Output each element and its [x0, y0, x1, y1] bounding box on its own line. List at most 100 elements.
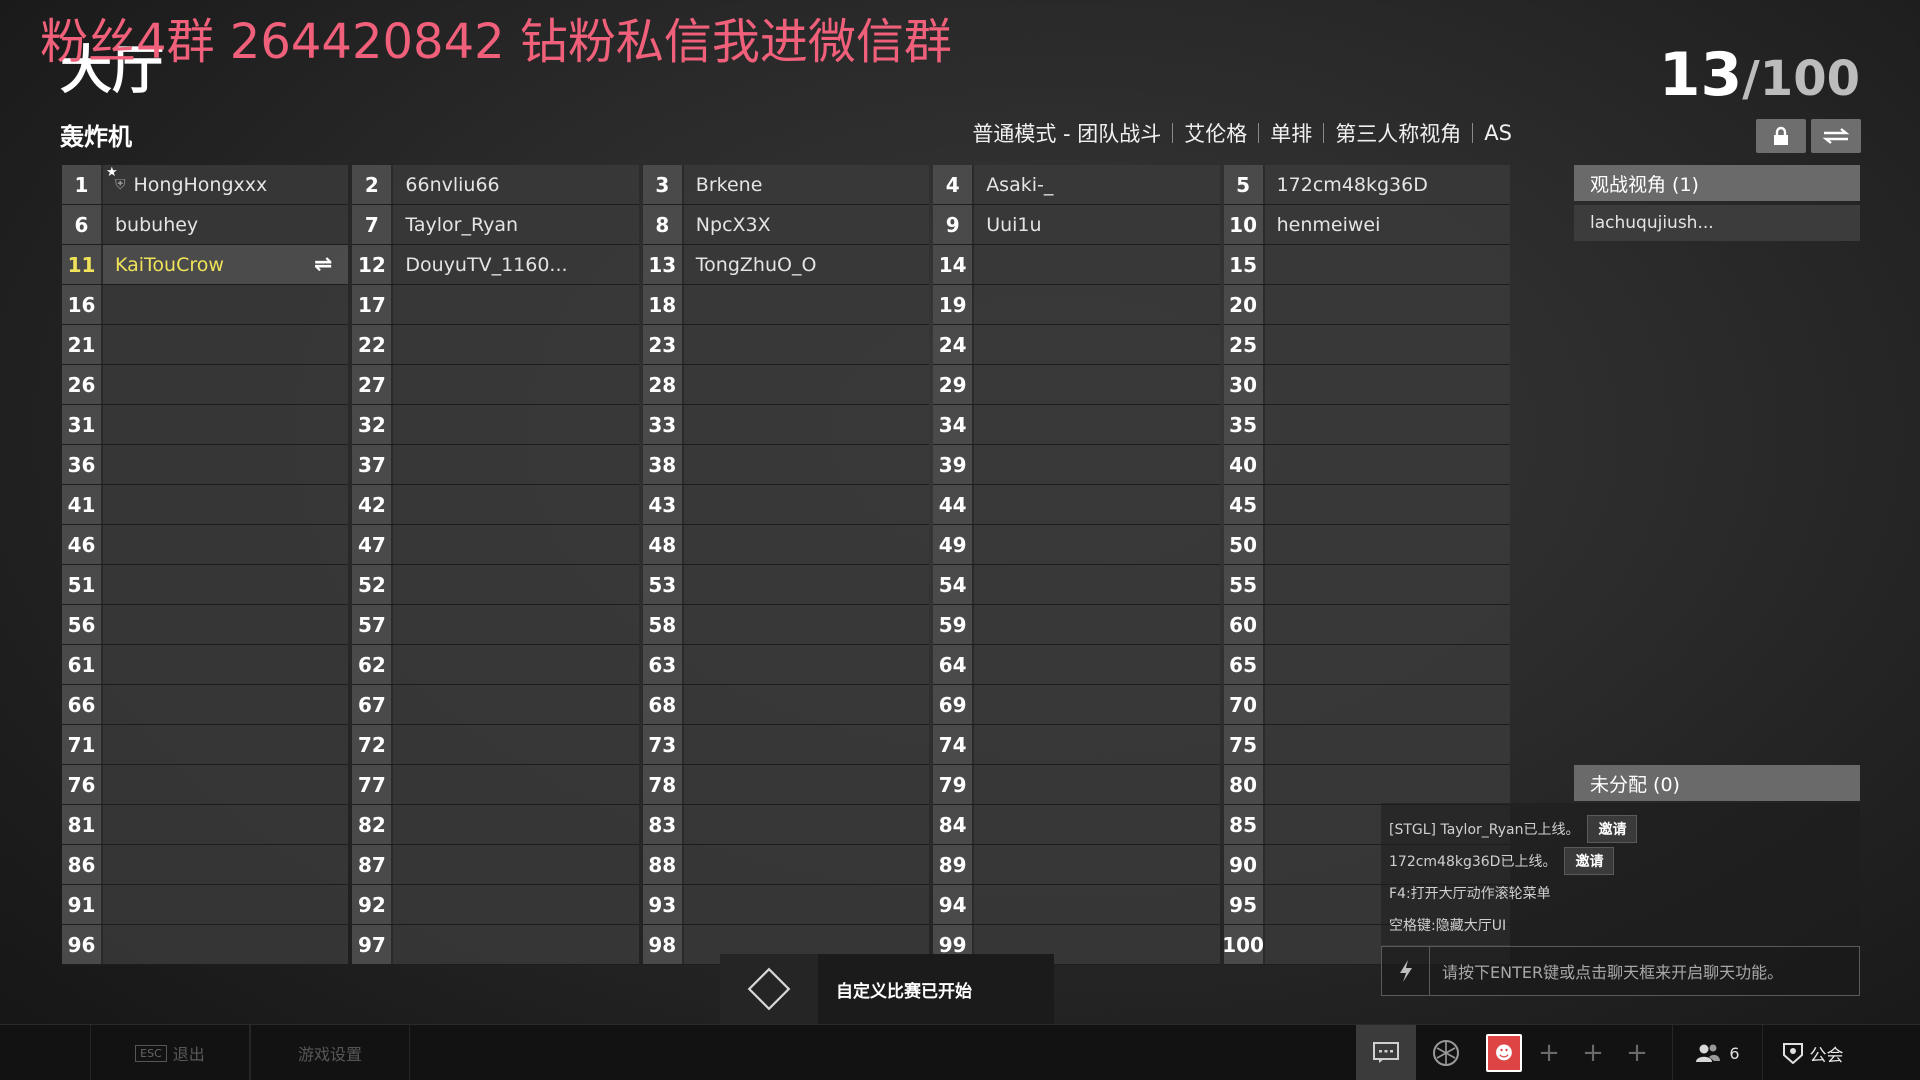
- invite-button[interactable]: 邀请: [1564, 847, 1615, 875]
- slot-player[interactable]: [103, 445, 349, 484]
- team-slot[interactable]: 39: [933, 445, 1220, 485]
- slot-player[interactable]: 172cm48kg36D: [1264, 165, 1510, 204]
- slot-player[interactable]: bubuhey: [103, 205, 349, 244]
- team-slot[interactable]: 80: [1223, 765, 1510, 805]
- slot-player[interactable]: [103, 285, 349, 324]
- team-slot[interactable]: 75: [1223, 725, 1510, 765]
- slot-player[interactable]: [683, 645, 930, 684]
- team-slot[interactable]: 5 172cm48kg36D: [1223, 165, 1510, 205]
- team-slot[interactable]: 31: [62, 405, 349, 445]
- team-slot[interactable]: 1 ★ ⛨ HongHongxxx: [62, 165, 349, 205]
- slot-player[interactable]: [683, 285, 930, 324]
- team-slot[interactable]: 37: [352, 445, 639, 485]
- player-avatar[interactable]: ☻: [1484, 1025, 1524, 1080]
- team-slot[interactable]: 74: [933, 725, 1220, 765]
- team-slot[interactable]: 30: [1223, 365, 1510, 405]
- team-slot[interactable]: 65: [1223, 645, 1510, 685]
- team-slot[interactable]: 47: [352, 525, 639, 565]
- slot-player[interactable]: [1264, 245, 1510, 284]
- slot-player[interactable]: NpcX3X: [683, 205, 930, 244]
- slot-player[interactable]: [393, 725, 639, 764]
- slot-player[interactable]: [974, 285, 1220, 324]
- slot-player[interactable]: [393, 805, 639, 844]
- team-slot[interactable]: 53: [642, 565, 930, 605]
- slot-player[interactable]: [1264, 445, 1510, 484]
- slot-player[interactable]: [974, 725, 1220, 764]
- team-slot[interactable]: 44: [933, 485, 1220, 525]
- slot-player[interactable]: [1264, 365, 1510, 404]
- team-slot[interactable]: 48: [642, 525, 930, 565]
- slot-player[interactable]: [393, 325, 639, 364]
- team-slot[interactable]: 35: [1223, 405, 1510, 445]
- team-slot[interactable]: 36: [62, 445, 349, 485]
- team-slot[interactable]: 87: [352, 845, 639, 885]
- slot-player[interactable]: [103, 885, 349, 924]
- slot-player[interactable]: [1264, 285, 1510, 324]
- team-slot[interactable]: 52: [352, 565, 639, 605]
- slot-player[interactable]: [683, 685, 930, 724]
- lightning-icon[interactable]: [1382, 947, 1430, 995]
- team-slot[interactable]: 79: [933, 765, 1220, 805]
- globe-icon[interactable]: [1416, 1025, 1476, 1080]
- team-slot[interactable]: 41: [62, 485, 349, 525]
- slot-player[interactable]: [974, 525, 1220, 564]
- slot-player[interactable]: [683, 525, 930, 564]
- add-party-member-button[interactable]: +: [1574, 1025, 1612, 1080]
- slot-player[interactable]: [1264, 565, 1510, 604]
- team-slot[interactable]: 76: [62, 765, 349, 805]
- team-slot[interactable]: 40: [1223, 445, 1510, 485]
- slot-player[interactable]: [974, 405, 1220, 444]
- team-slot[interactable]: 16: [62, 285, 349, 325]
- team-slot[interactable]: 70: [1223, 685, 1510, 725]
- slot-player[interactable]: [103, 645, 349, 684]
- add-party-member-button[interactable]: +: [1530, 1025, 1568, 1080]
- team-slot[interactable]: 91: [62, 885, 349, 925]
- team-slot[interactable]: 24: [933, 325, 1220, 365]
- slot-player[interactable]: [974, 805, 1220, 844]
- swap-icon[interactable]: ⇌: [314, 252, 332, 277]
- slot-player[interactable]: [393, 405, 639, 444]
- slot-player[interactable]: [683, 605, 930, 644]
- lock-button[interactable]: [1756, 119, 1806, 153]
- slot-player[interactable]: [1264, 685, 1510, 724]
- slot-player[interactable]: [1264, 485, 1510, 524]
- slot-player[interactable]: 66nvliu66: [393, 165, 639, 204]
- slot-player[interactable]: Brkene: [683, 165, 930, 204]
- team-slot[interactable]: 27: [352, 365, 639, 405]
- add-party-member-button[interactable]: +: [1618, 1025, 1656, 1080]
- team-slot[interactable]: 21: [62, 325, 349, 365]
- slot-player[interactable]: [974, 765, 1220, 804]
- slot-player[interactable]: [683, 725, 930, 764]
- slot-player[interactable]: [974, 445, 1220, 484]
- team-slot[interactable]: 19: [933, 285, 1220, 325]
- team-slot[interactable]: 77: [352, 765, 639, 805]
- slot-player[interactable]: henmeiwei: [1264, 205, 1510, 244]
- slot-player[interactable]: [103, 325, 349, 364]
- slot-player[interactable]: [1264, 405, 1510, 444]
- exit-button[interactable]: ESC 退出: [90, 1025, 250, 1080]
- team-slot[interactable]: 8 NpcX3X: [642, 205, 930, 245]
- slot-player[interactable]: [683, 325, 930, 364]
- slot-player[interactable]: [974, 365, 1220, 404]
- team-slot[interactable]: 62: [352, 645, 639, 685]
- slot-player[interactable]: [683, 405, 930, 444]
- team-slot[interactable]: 56: [62, 605, 349, 645]
- team-slot[interactable]: 54: [933, 565, 1220, 605]
- slot-player[interactable]: [103, 925, 349, 964]
- slot-player[interactable]: [1264, 525, 1510, 564]
- team-slot[interactable]: 69: [933, 685, 1220, 725]
- team-slot[interactable]: 26: [62, 365, 349, 405]
- slot-player[interactable]: [974, 485, 1220, 524]
- slot-player[interactable]: DouyuTV_1160...: [393, 245, 639, 284]
- team-slot[interactable]: 66: [62, 685, 349, 725]
- slot-player[interactable]: Taylor_Ryan: [393, 205, 639, 244]
- slot-player[interactable]: [393, 525, 639, 564]
- slot-player[interactable]: [103, 525, 349, 564]
- team-slot[interactable]: 78: [642, 765, 930, 805]
- team-slot[interactable]: 94: [933, 885, 1220, 925]
- team-slot[interactable]: 45: [1223, 485, 1510, 525]
- team-slot[interactable]: 58: [642, 605, 930, 645]
- slot-player[interactable]: [683, 765, 930, 804]
- team-slot[interactable]: 25: [1223, 325, 1510, 365]
- team-slot[interactable]: 81: [62, 805, 349, 845]
